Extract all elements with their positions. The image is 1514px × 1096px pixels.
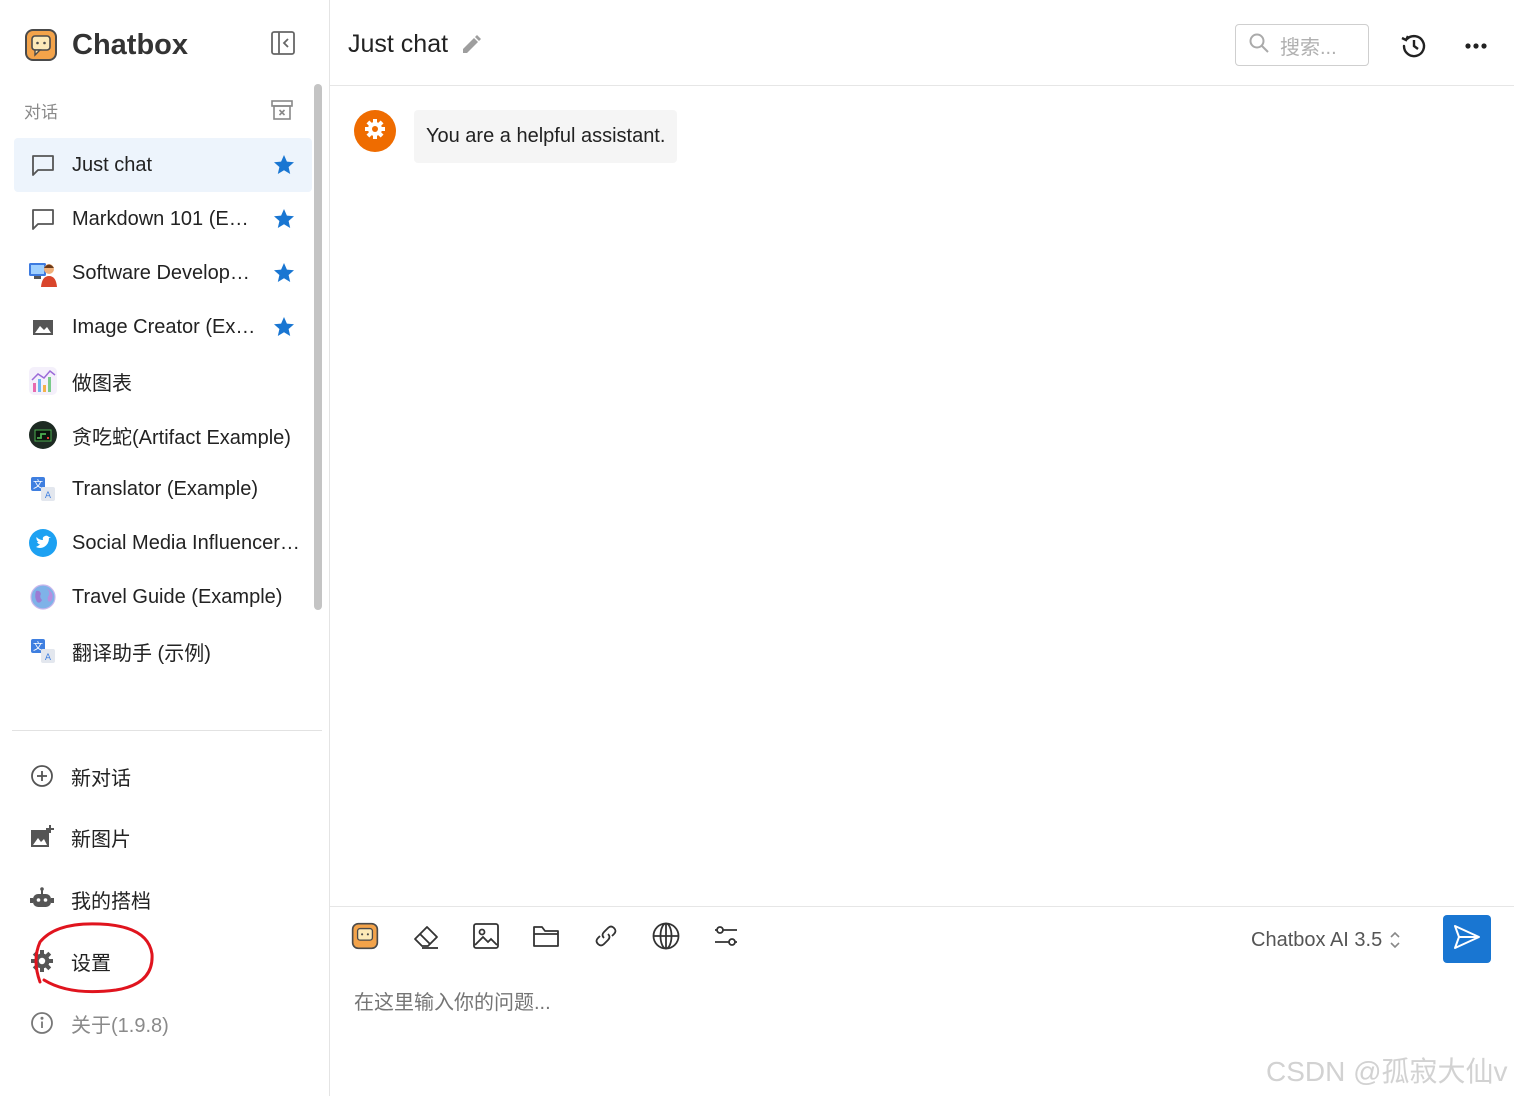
send-button[interactable] — [1443, 915, 1491, 963]
chart-avatar-icon — [28, 366, 58, 396]
conversation-item-make-chart[interactable]: 做图表 — [14, 354, 312, 408]
copilot-picker-button[interactable] — [348, 921, 382, 955]
info-icon — [28, 1009, 56, 1037]
history-clock-icon — [1398, 34, 1430, 66]
svg-text:A: A — [45, 653, 52, 663]
settings-label: 设置 — [71, 952, 111, 975]
message-input[interactable] — [354, 973, 1484, 1033]
chat-header: Just chat 搜索... — [330, 0, 1514, 86]
search-placeholder: 搜索... — [1280, 36, 1337, 59]
main-panel: Just chat 搜索... You are a helpful assist… — [330, 0, 1514, 1096]
system-avatar — [354, 110, 396, 152]
sidebar-divider — [12, 730, 322, 731]
chatbox-logo-icon — [351, 922, 379, 955]
conversation-item-travel-guide[interactable]: Travel Guide (Example) — [14, 570, 312, 624]
gear-icon — [363, 117, 387, 146]
conversation-item-translation-assistant[interactable]: 文 A 翻译助手 (示例) — [14, 624, 312, 678]
folder-icon — [531, 921, 561, 956]
edit-title-pencil-icon[interactable] — [460, 34, 482, 56]
new-chat-label: 新对话 — [71, 767, 131, 790]
message-row: You are a helpful assistant. — [354, 110, 678, 163]
unfold-chevron-icon — [1388, 929, 1402, 951]
conversation-list: Just chat Markdown 101 (Example) — [14, 138, 312, 678]
conversation-item-just-chat[interactable]: Just chat — [14, 138, 312, 192]
conversation-label: Image Creator (Example) — [72, 315, 258, 338]
gear-icon — [28, 947, 56, 975]
conversation-item-social-media-influencer[interactable]: Social Media Influencer (Example) — [14, 516, 312, 570]
chat-bubble-icon — [28, 150, 58, 180]
archive-clear-icon — [270, 100, 294, 126]
model-name: Chatbox AI 3.5 — [1251, 928, 1383, 951]
conversation-item-snake-game[interactable]: 贪吃蛇(Artifact Example) — [14, 408, 312, 462]
sliders-icon — [711, 921, 741, 956]
my-copilots-label: 我的搭档 — [71, 890, 151, 913]
about-button[interactable]: 关于(1.9.8) — [28, 1003, 169, 1043]
brand: Chatbox — [24, 26, 188, 64]
watermark: CSDN @孤寂大仙v — [1266, 1056, 1508, 1087]
globe-avatar-icon — [28, 582, 58, 612]
new-chat-button[interactable]: 新对话 — [28, 756, 131, 796]
more-options-button[interactable] — [1460, 30, 1492, 62]
search-icon — [1248, 32, 1270, 59]
svg-text:A: A — [45, 491, 52, 501]
conversation-label: 做图表 — [72, 372, 132, 395]
sidebar: Chatbox 对话 Just chat Markdown 101 (Exa S… — [0, 0, 330, 1096]
clear-conversations-button[interactable] — [270, 98, 294, 122]
conversation-label: Just chat — [72, 153, 153, 176]
conversation-item-translator[interactable]: 文 A Translator (Example) — [14, 462, 312, 516]
conversation-label: Social Media Influencer (Example) — [72, 531, 304, 554]
conversations-section-label: 对话 — [24, 103, 58, 122]
conversation-label: Markdown 101 (Example) — [72, 207, 258, 230]
chat-settings-button[interactable] — [709, 921, 743, 955]
image-icon — [28, 312, 58, 342]
globe-icon — [651, 921, 681, 956]
web-search-button[interactable] — [649, 921, 683, 955]
add-photo-icon — [28, 823, 56, 851]
conversation-item-markdown-101[interactable]: Markdown 101 (Example) — [14, 192, 312, 246]
eraser-icon — [411, 921, 441, 956]
translate-avatar-icon: 文 A — [28, 474, 58, 504]
translate-avatar-icon: 文 A — [28, 636, 58, 666]
clear-context-button[interactable] — [409, 921, 443, 955]
star-icon[interactable] — [272, 315, 296, 339]
robot-icon — [28, 885, 56, 913]
more-horizontal-icon — [1460, 43, 1492, 66]
message-bubble: You are a helpful assistant. — [414, 110, 678, 163]
attach-file-button[interactable] — [529, 921, 563, 955]
attach-link-button[interactable] — [589, 921, 623, 955]
new-image-button[interactable]: 新图片 — [28, 817, 131, 857]
star-icon[interactable] — [272, 153, 296, 177]
conversation-label: Software Developer (Example) — [72, 261, 258, 284]
send-icon — [1452, 922, 1482, 957]
app-name: Chatbox — [72, 28, 188, 61]
twitter-avatar-icon — [28, 528, 58, 558]
image-icon — [471, 921, 501, 956]
sidebar-scrollbar[interactable] — [314, 84, 322, 610]
star-icon[interactable] — [272, 261, 296, 285]
conversation-item-image-creator[interactable]: Image Creator (Example) — [14, 300, 312, 354]
conversation-label: 翻译助手 (示例) — [72, 642, 211, 665]
collapse-sidebar-button[interactable] — [268, 30, 298, 60]
conversation-label: 贪吃蛇(Artifact Example) — [72, 426, 291, 449]
about-label: 关于(1.9.8) — [71, 1014, 169, 1037]
add-circle-icon — [28, 762, 56, 790]
settings-button[interactable]: 设置 — [28, 941, 111, 981]
snake-game-avatar-icon — [28, 420, 58, 450]
developer-avatar-icon — [28, 258, 58, 288]
chat-title: Just chat — [348, 30, 449, 58]
model-selector[interactable]: Chatbox AI 3.5 — [1251, 925, 1402, 955]
conversation-label: Translator (Example) — [72, 477, 258, 500]
history-button[interactable] — [1398, 30, 1430, 62]
link-icon — [591, 921, 621, 956]
sidebar-collapse-icon — [270, 30, 296, 61]
star-icon[interactable] — [272, 207, 296, 231]
search-input[interactable]: 搜索... — [1235, 24, 1369, 66]
my-copilots-button[interactable]: 我的搭档 — [28, 879, 151, 919]
conversation-label: Travel Guide (Example) — [72, 585, 283, 608]
attach-image-button[interactable] — [469, 921, 503, 955]
chatbox-logo-icon — [24, 28, 58, 62]
chat-bubble-icon — [28, 204, 58, 234]
new-image-label: 新图片 — [71, 828, 131, 851]
conversation-item-software-developer[interactable]: Software Developer (Example) — [14, 246, 312, 300]
